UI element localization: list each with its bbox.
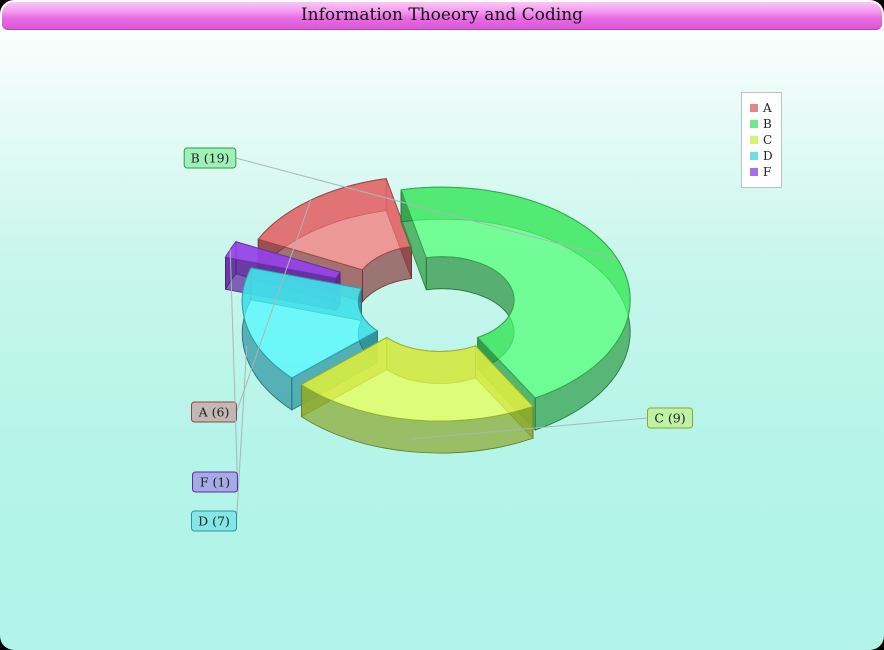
legend-item-b: B bbox=[750, 117, 772, 131]
leader-line-d bbox=[236, 345, 248, 522]
legend-item-a: A bbox=[750, 101, 772, 115]
legend-item-c: C bbox=[750, 133, 772, 147]
data-label-c: C (9) bbox=[654, 411, 685, 426]
legend-label-c: C bbox=[763, 133, 773, 147]
legend-swatch-a bbox=[750, 104, 758, 112]
legend-swatch-d bbox=[750, 152, 758, 160]
legend-swatch-c bbox=[750, 136, 758, 144]
legend-item-d: D bbox=[750, 149, 773, 163]
data-label-f: F (1) bbox=[200, 475, 230, 490]
legend-label-d: D bbox=[763, 149, 773, 163]
legend-swatch-b bbox=[750, 120, 758, 128]
chart-legend: A B C D F bbox=[741, 92, 782, 188]
legend-item-f: F bbox=[750, 165, 771, 179]
data-label-b: B (19) bbox=[191, 151, 230, 166]
legend-label-a: A bbox=[763, 101, 772, 115]
legend-label-f: F bbox=[763, 165, 772, 179]
legend-label-b: B bbox=[763, 117, 772, 131]
data-label-a: A (6) bbox=[198, 405, 230, 420]
chart-frame: Information Thoeory and Coding A (6) B (1… bbox=[0, 0, 884, 650]
data-label-d: D (7) bbox=[198, 514, 230, 529]
legend-swatch-f bbox=[750, 168, 758, 176]
